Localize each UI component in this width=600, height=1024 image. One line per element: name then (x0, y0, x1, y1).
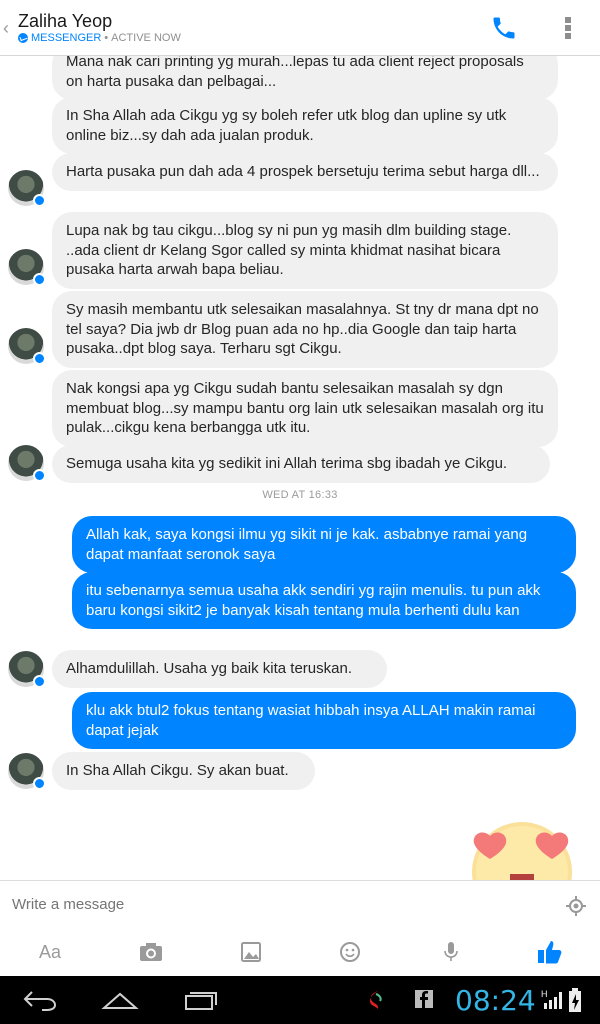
app-notification-icon (370, 991, 382, 1009)
messenger-screen: ‹ Zaliha Yeop MESSENGER • ACTIVE NOW Man… (0, 0, 600, 1024)
location-icon[interactable] (566, 896, 586, 916)
composer-toolbar: Aa (0, 928, 600, 976)
contact-status: MESSENGER • ACTIVE NOW (18, 32, 181, 44)
message-list[interactable]: Mana nak cari printing yg murah...lepas … (0, 56, 600, 880)
message-incoming[interactable]: Mana nak cari printing yg murah...lepas … (52, 56, 558, 100)
signal-strength-icon: H (541, 989, 562, 1009)
message-input[interactable] (0, 881, 540, 927)
platform-label: MESSENGER (31, 32, 102, 44)
avatar[interactable] (8, 753, 46, 790)
contact-name[interactable]: Zaliha Yeop (18, 11, 112, 32)
message-incoming[interactable]: In Sha Allah Cikgu. Sy akan buat. (52, 752, 315, 790)
message-timestamp: WED AT 16:33 (262, 489, 338, 501)
message-incoming[interactable]: Nak kongsi apa yg Cikgu sudah bantu sele… (52, 370, 558, 447)
message-incoming[interactable]: Lupa nak bg tau cikgu...blog sy ni pun y… (52, 212, 558, 289)
messenger-badge-icon (33, 777, 46, 790)
back-chevron-icon[interactable]: ‹ (3, 18, 13, 38)
avatar[interactable] (8, 651, 46, 688)
message-incoming[interactable]: Harta pusaka pun dah ada 4 prospek berse… (52, 153, 558, 191)
avatar[interactable] (8, 249, 46, 286)
more-vert-icon[interactable] (556, 14, 580, 42)
message-outgoing[interactable]: Allah kak, saya kongsi ilmu yg sikit ni … (72, 516, 576, 573)
active-status: ACTIVE NOW (111, 32, 181, 44)
recent-apps-icon[interactable] (180, 988, 220, 1012)
system-navigation-bar: 08:24 H (0, 976, 600, 1024)
messenger-badge-icon (33, 194, 46, 207)
message-incoming[interactable]: Semuga usaha kita yg sedikit ini Allah t… (52, 445, 550, 483)
message-incoming[interactable]: Sy masih membantu utk selesaikan masalah… (52, 291, 558, 368)
messenger-badge-icon (33, 675, 46, 688)
battery-charging-icon (569, 988, 581, 1012)
message-incoming[interactable]: In Sha Allah ada Cikgu yg sy boleh refer… (52, 97, 558, 154)
avatar[interactable] (8, 170, 46, 207)
status-separator: • (104, 32, 109, 44)
avatar[interactable] (8, 328, 46, 365)
messenger-badge-icon (33, 352, 46, 365)
thumbs-up-icon[interactable] (535, 938, 565, 966)
facebook-notification-icon (415, 990, 433, 1008)
messenger-icon (18, 33, 28, 43)
camera-icon[interactable] (136, 938, 166, 966)
heart-eyes-emoji-icon[interactable] (470, 814, 574, 880)
message-outgoing[interactable]: itu sebenarnya semua usaha akk sendiri y… (72, 572, 576, 629)
status-clock: 08:24 (455, 984, 536, 1017)
messenger-badge-icon (33, 273, 46, 286)
home-nav-icon[interactable] (100, 988, 140, 1012)
avatar[interactable] (8, 445, 46, 482)
microphone-icon[interactable] (436, 938, 466, 966)
text-format-button[interactable]: Aa (35, 938, 65, 966)
gallery-icon[interactable] (236, 938, 266, 966)
emoji-icon[interactable] (335, 938, 365, 966)
message-composer (0, 880, 600, 928)
phone-icon[interactable] (490, 14, 518, 42)
svg-text:H: H (541, 989, 548, 999)
back-nav-icon[interactable] (22, 988, 60, 1012)
message-outgoing[interactable]: klu akk btul2 fokus tentang wasiat hibba… (72, 692, 576, 749)
conversation-header: ‹ Zaliha Yeop MESSENGER • ACTIVE NOW (0, 0, 600, 56)
message-incoming[interactable]: Alhamdulillah. Usaha yg baik kita terusk… (52, 650, 387, 688)
messenger-badge-icon (33, 469, 46, 482)
